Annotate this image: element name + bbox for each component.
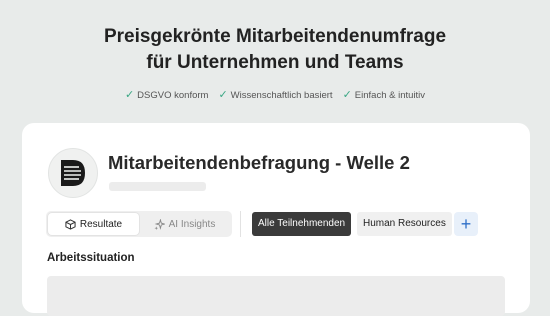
divider (240, 211, 241, 237)
check-icon: ✓ (342, 89, 352, 101)
check-icon: ✓ (218, 89, 228, 101)
company-logo-icon (48, 148, 98, 198)
subtitle-placeholder (109, 182, 206, 191)
tab-ai-insights[interactable]: AI Insights (139, 213, 230, 235)
check-icon: ✓ (124, 89, 135, 101)
tab-label: Resultate (79, 218, 123, 230)
badge-dsgvo: ✓ DSGVO konform (124, 89, 209, 102)
feature-badges: ✓ DSGVO konform ✓ Wissenschaftlich basie… (0, 89, 550, 102)
cube-icon (65, 218, 76, 230)
badge-science: ✓ Wissenschaftlich basiert (218, 89, 333, 102)
badge-simple: ✓ Einfach & intuitiv (342, 89, 426, 102)
badge-label: Wissenschaftlich basiert (230, 90, 333, 101)
filter-all-participants[interactable]: Alle Teilnehmenden (252, 212, 352, 236)
hero-title: Preisgekrönte Mitarbeitendenumfrage für … (0, 24, 550, 76)
survey-title: Mitarbeitendenbefragung - Welle 2 (108, 152, 410, 173)
tab-label: AI Insights (168, 218, 216, 230)
badge-label: Einfach & intuitiv (354, 90, 426, 101)
tab-resultate[interactable]: Resultate (48, 213, 139, 235)
view-tabs: Resultate AI Insights (46, 211, 232, 237)
filter-human-resources[interactable]: Human Resources (357, 212, 452, 236)
hero-title-line-1: Preisgekrönte Mitarbeitendenumfrage (103, 26, 447, 47)
section-title: Arbeitssituation (47, 252, 135, 264)
plus-icon: + (460, 214, 472, 234)
section-panel (47, 276, 505, 316)
add-filter-button[interactable]: + (454, 212, 478, 236)
survey-card: Mitarbeitendenbefragung - Welle 2 Result… (22, 123, 530, 316)
hero-title-line-2: für Unternehmen und Teams (146, 52, 404, 73)
sparkle-icon (154, 218, 165, 230)
badge-label: DSGVO konform (137, 90, 209, 101)
